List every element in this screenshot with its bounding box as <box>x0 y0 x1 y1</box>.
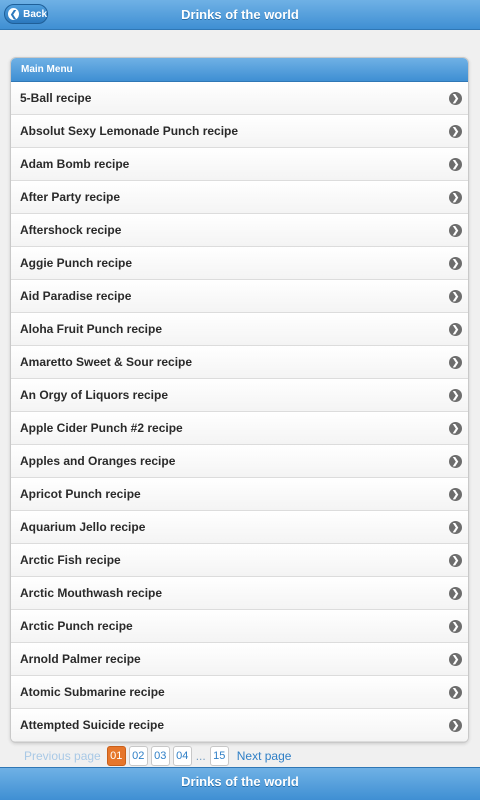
chevron-right-icon: ❯ <box>449 421 462 435</box>
list-item-label: Absolut Sexy Lemonade Punch recipe <box>20 124 239 138</box>
list-item-label: Arctic Punch recipe <box>20 619 133 633</box>
list-item[interactable]: Aggie Punch recipe ❯ <box>11 247 468 280</box>
list-item[interactable]: Aquarium Jello recipe ❯ <box>11 511 468 544</box>
list-item[interactable]: Adam Bomb recipe ❯ <box>11 148 468 181</box>
footer-title: Drinks of the world <box>181 774 299 789</box>
chevron-right-icon: ❯ <box>449 487 462 501</box>
chevron-right-icon: ❯ <box>449 454 462 468</box>
list-item-label: Adam Bomb recipe <box>20 157 130 171</box>
main-menu-title: Main Menu <box>11 58 468 82</box>
list-item[interactable]: Apricot Punch recipe ❯ <box>11 478 468 511</box>
list-item-label: Arctic Mouthwash recipe <box>20 586 163 600</box>
list-item[interactable]: Aftershock recipe ❯ <box>11 214 468 247</box>
recipe-list: 5-Ball recipe ❯ Absolut Sexy Lemonade Punc… <box>11 82 468 742</box>
chevron-right-icon: ❯ <box>449 619 462 633</box>
list-item-label: Aid Paradise recipe <box>20 289 132 303</box>
page-link-02[interactable]: 02 <box>128 746 148 766</box>
page-link-04[interactable]: 04 <box>172 746 192 766</box>
list-item[interactable]: 5-Ball recipe ❯ <box>11 82 468 115</box>
list-item[interactable]: Arnold Palmer recipe ❯ <box>11 643 468 676</box>
chevron-right-icon: ❯ <box>449 223 462 237</box>
chevron-right-icon: ❯ <box>449 718 462 732</box>
list-item-label: Apple Cider Punch #2 recipe <box>20 421 183 435</box>
list-item[interactable]: Attempted Suicide recipe ❯ <box>11 709 468 742</box>
list-item-label: Aftershock recipe <box>20 223 122 237</box>
list-item-label: Amaretto Sweet & Sour recipe <box>20 355 193 369</box>
footer-bar: Drinks of the world <box>0 767 480 800</box>
list-item-label: 5-Ball recipe <box>20 91 92 105</box>
chevron-right-icon: ❯ <box>449 652 462 666</box>
page-link-03[interactable]: 03 <box>150 746 170 766</box>
list-item[interactable]: After Party recipe ❯ <box>11 181 468 214</box>
list-item[interactable]: Aid Paradise recipe ❯ <box>11 280 468 313</box>
main-menu-panel: Main Menu 5-Ball recipe ❯ Absolut Sexy Lem… <box>10 57 469 743</box>
list-item-label: Aloha Fruit Punch recipe <box>20 322 163 336</box>
list-item-label: Apples and Oranges recipe <box>20 454 176 468</box>
list-item-label: Attempted Suicide recipe <box>20 718 165 732</box>
chevron-right-icon: ❯ <box>449 553 462 567</box>
chevron-right-icon: ❯ <box>449 685 462 699</box>
list-item[interactable]: Apple Cider Punch #2 recipe ❯ <box>11 412 468 445</box>
list-item[interactable]: Atomic Submarine recipe ❯ <box>11 676 468 709</box>
list-item[interactable]: Arctic Fish recipe ❯ <box>11 544 468 577</box>
list-item[interactable]: Apples and Oranges recipe ❯ <box>11 445 468 478</box>
chevron-right-icon: ❯ <box>449 190 462 204</box>
list-item[interactable]: Arctic Punch recipe ❯ <box>11 610 468 643</box>
list-item-label: Aquarium Jello recipe <box>20 520 146 534</box>
list-item-label: Atomic Submarine recipe <box>20 685 165 699</box>
list-item[interactable]: Arctic Mouthwash recipe ❯ <box>11 577 468 610</box>
list-item-label: An Orgy of Liquors recipe <box>20 388 169 402</box>
chevron-right-icon: ❯ <box>449 322 462 336</box>
list-item-label: Aggie Punch recipe <box>20 256 133 270</box>
list-item-label: After Party recipe <box>20 190 121 204</box>
list-item[interactable]: Amaretto Sweet & Sour recipe ❯ <box>11 346 468 379</box>
chevron-right-icon: ❯ <box>449 388 462 402</box>
chevron-right-icon: ❯ <box>449 355 462 369</box>
chevron-right-icon: ❯ <box>449 256 462 270</box>
next-page-link[interactable]: Next page <box>237 749 292 763</box>
chevron-right-icon: ❯ <box>449 124 462 138</box>
chevron-right-icon: ❯ <box>449 91 462 105</box>
list-item[interactable]: Absolut Sexy Lemonade Punch recipe ❯ <box>11 115 468 148</box>
chevron-right-icon: ❯ <box>449 289 462 303</box>
list-item-label: Arnold Palmer recipe <box>20 652 141 666</box>
previous-page-link[interactable]: Previous page <box>24 749 101 763</box>
list-item-label: Arctic Fish recipe <box>20 553 121 567</box>
chevron-right-icon: ❯ <box>449 157 462 171</box>
chevron-right-icon: ❯ <box>449 586 462 600</box>
chevron-right-icon: ❯ <box>449 520 462 534</box>
top-bar: ❮ Back Drinks of the world <box>0 0 480 30</box>
page-link-01[interactable]: 01 <box>106 746 126 766</box>
page-link-last[interactable]: 15 <box>209 746 229 766</box>
list-item[interactable]: Aloha Fruit Punch recipe ❯ <box>11 313 468 346</box>
pagination-ellipsis: ... <box>195 749 206 763</box>
list-item-label: Apricot Punch recipe <box>20 487 141 501</box>
pagination: Previous page 01 02 03 04 ... 15 Next pa… <box>24 745 291 767</box>
list-item[interactable]: An Orgy of Liquors recipe ❯ <box>11 379 468 412</box>
page-title: Drinks of the world <box>181 7 299 22</box>
